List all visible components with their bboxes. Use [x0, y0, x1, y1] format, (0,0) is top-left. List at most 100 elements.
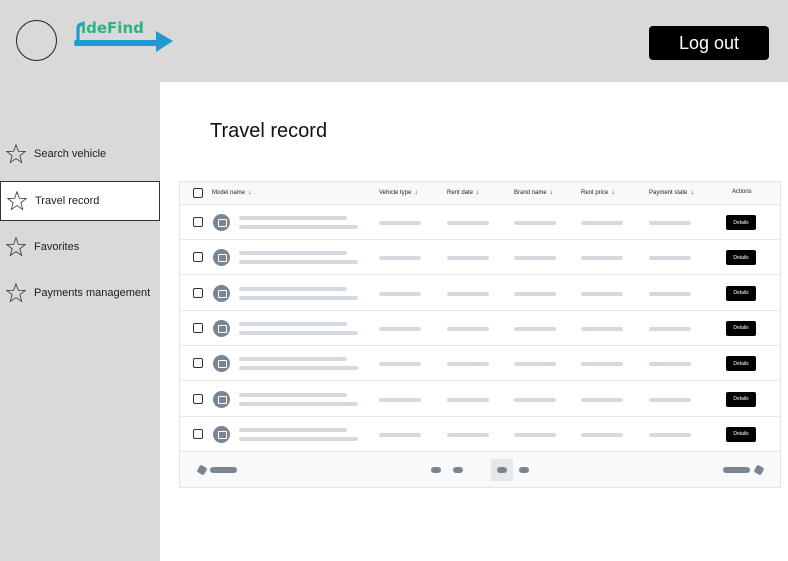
row-checkbox[interactable]: [193, 393, 203, 404]
model-subtitle-placeholder: [239, 295, 358, 300]
column-header-payment-state[interactable]: Payment state ↓: [649, 189, 694, 196]
table-row[interactable]: Details: [180, 240, 780, 276]
page-title: Travel record: [210, 120, 328, 142]
cell-placeholder: [581, 432, 623, 437]
cell-placeholder: [649, 326, 691, 331]
cell-placeholder: [447, 256, 489, 261]
table-row[interactable]: Details: [180, 346, 780, 382]
details-button[interactable]: Details: [726, 250, 756, 266]
table-row[interactable]: Details: [180, 381, 780, 417]
page-link-active-marker: [497, 467, 507, 473]
cell-placeholder: [514, 432, 556, 437]
cell-placeholder: [581, 397, 623, 402]
sort-arrow-icon: ↓: [549, 189, 554, 196]
cell-placeholder: [649, 362, 691, 367]
cell-placeholder: [581, 326, 623, 331]
model-name-placeholder: [239, 357, 347, 362]
table-row[interactable]: Details: [180, 275, 780, 311]
cell-placeholder: [581, 256, 623, 261]
row-checkbox[interactable]: [193, 358, 203, 369]
table-row[interactable]: Details: [180, 416, 780, 452]
model-subtitle-placeholder: [239, 366, 358, 371]
select-all-checkbox[interactable]: [193, 188, 203, 198]
model-subtitle-placeholder: [239, 436, 358, 441]
vehicle-image-icon: [213, 284, 230, 302]
model-subtitle-placeholder: [239, 260, 358, 265]
column-header-actions: Actions: [732, 189, 752, 195]
avatar[interactable]: [16, 20, 57, 61]
details-button[interactable]: Details: [726, 285, 756, 301]
column-header-rent-date[interactable]: Rent date ↓: [447, 189, 480, 196]
star-icon: [5, 282, 27, 303]
sidebar-item-favorites[interactable]: Favorites: [0, 227, 160, 267]
vehicle-image-icon: [213, 355, 230, 373]
vehicle-image-icon: [213, 249, 230, 267]
cell-placeholder: [447, 326, 489, 331]
cell-placeholder: [649, 221, 691, 225]
cell-placeholder: [649, 397, 691, 402]
sidebar-item-search-vehicle[interactable]: Search vehicle: [0, 134, 160, 174]
model-name-placeholder: [239, 286, 347, 291]
cell-placeholder: [581, 291, 623, 296]
table-header: Model name ↓ Vehicle type ↓ Rent date ↓ Bra…: [180, 182, 780, 205]
vehicle-image-icon: [213, 319, 230, 337]
column-header-rent-price[interactable]: Rent price ↓: [581, 189, 615, 196]
cell-placeholder: [379, 256, 421, 261]
cell-placeholder: [379, 432, 421, 437]
model-name-placeholder: [239, 321, 347, 326]
logout-button[interactable]: Log out: [649, 26, 769, 60]
row-checkbox[interactable]: [193, 322, 203, 333]
star-icon: [6, 190, 28, 211]
details-button[interactable]: Details: [726, 426, 756, 442]
next-page-label[interactable]: [723, 467, 750, 473]
row-checkbox[interactable]: [193, 428, 203, 439]
model-subtitle-placeholder: [239, 330, 358, 335]
star-icon: [5, 236, 27, 257]
details-button[interactable]: Details: [726, 215, 756, 230]
travel-record-table: Model name ↓ Vehicle type ↓ Rent date ↓ Bra…: [179, 181, 781, 488]
details-button[interactable]: Details: [726, 320, 756, 336]
cell-placeholder: [447, 291, 489, 296]
details-button[interactable]: Details: [726, 391, 756, 407]
row-checkbox[interactable]: [193, 287, 203, 298]
model-subtitle-placeholder: [239, 401, 358, 406]
cell-placeholder: [447, 221, 489, 225]
sidebar-item-payments-management[interactable]: Payments management: [0, 273, 160, 313]
vehicle-image-icon: [213, 214, 230, 231]
cell-placeholder: [447, 397, 489, 402]
cell-placeholder: [514, 221, 556, 225]
sidebar: Search vehicle Travel record Favorites P…: [0, 82, 160, 561]
model-name-placeholder: [239, 427, 347, 432]
cell-placeholder: [447, 432, 489, 437]
cell-placeholder: [379, 326, 421, 331]
previous-page-label[interactable]: [210, 467, 237, 473]
model-name-placeholder: [239, 216, 347, 220]
logo-text: ideFind: [81, 19, 144, 37]
column-header-vehicle-type[interactable]: Vehicle type ↓: [379, 189, 418, 196]
sidebar-item-label: Payments management: [34, 287, 151, 299]
previous-page-icon[interactable]: [196, 464, 208, 476]
sort-arrow-icon: ↓: [476, 189, 480, 196]
cell-placeholder: [514, 362, 556, 367]
ridefind-logo[interactable]: ideFind: [72, 18, 178, 58]
table-row[interactable]: Details: [180, 310, 780, 346]
model-subtitle-placeholder: [239, 225, 358, 229]
column-header-brand-name[interactable]: Brand name ↓: [514, 189, 553, 196]
page-link[interactable]: [453, 467, 463, 473]
details-button[interactable]: Details: [726, 356, 756, 372]
column-header-model-name[interactable]: Model name ↓: [212, 189, 252, 196]
cell-placeholder: [649, 432, 691, 437]
cell-placeholder: [581, 362, 623, 367]
sidebar-item-label: Search vehicle: [34, 148, 107, 160]
cell-placeholder: [581, 221, 623, 225]
table-row[interactable]: Details: [180, 205, 780, 240]
row-checkbox[interactable]: [193, 252, 203, 263]
cell-placeholder: [514, 256, 556, 261]
next-page-icon[interactable]: [753, 464, 765, 476]
sidebar-item-travel-record[interactable]: Travel record: [0, 181, 160, 221]
row-checkbox[interactable]: [193, 217, 203, 227]
cell-placeholder: [447, 362, 489, 367]
cell-placeholder: [649, 291, 691, 296]
page-link[interactable]: [431, 467, 441, 473]
page-link[interactable]: [519, 467, 529, 473]
